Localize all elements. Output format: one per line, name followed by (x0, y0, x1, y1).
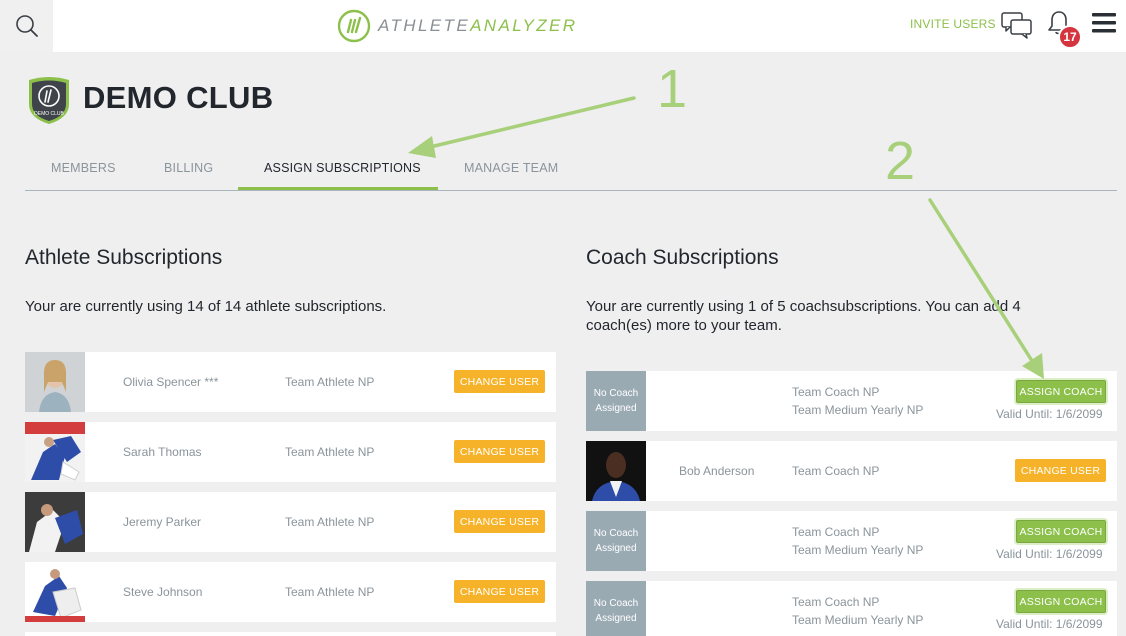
coach-plan-period: Team Medium Yearly NP (792, 543, 924, 557)
change-user-button[interactable]: CHANGE USER (454, 580, 545, 603)
app-logo[interactable]: ATHLETEANALYZER (336, 8, 577, 44)
coach-plan-period: Team Medium Yearly NP (792, 403, 924, 417)
coach-plan-period: Team Medium Yearly NP (792, 613, 924, 627)
notification-count-badge: 17 (1058, 25, 1082, 49)
search-button[interactable] (0, 0, 53, 52)
coach-plan: Team Coach NP (792, 385, 880, 399)
coach-row: Bob Anderson Team Coach NP CHANGE USER (586, 441, 1117, 501)
coach-plan: Team Coach NP (792, 525, 880, 539)
athlete-photo (25, 492, 85, 552)
no-coach-placeholder: No Coach Assigned (586, 371, 646, 431)
club-shield-icon: DEMO CLUB (29, 77, 69, 124)
athlete-row: Sarah Thomas Team Athlete NP CHANGE USER (25, 422, 556, 482)
logo-text-analyzer: ANALYZER (470, 16, 578, 35)
athlete-name: Olivia Spencer *** (123, 375, 219, 389)
hamburger-menu-button[interactable] (1091, 12, 1117, 39)
top-bar: ATHLETEANALYZER INVITE USERS 17 (0, 0, 1126, 52)
chat-icon (1001, 12, 1032, 39)
invite-users-link[interactable]: INVITE USERS (910, 17, 996, 31)
athlete-plan: Team Athlete NP (285, 445, 375, 459)
valid-until-text: Valid Until: 1/6/2099 (996, 617, 1103, 631)
valid-until-text: Valid Until: 1/6/2099 (996, 407, 1103, 421)
menu-icon (1092, 13, 1116, 33)
athlete-name: Jeremy Parker (123, 515, 202, 529)
change-user-button[interactable]: CHANGE USER (454, 440, 545, 463)
logo-text-athlete: ATHLETE (378, 16, 471, 35)
search-icon (15, 15, 38, 37)
change-user-button[interactable]: CHANGE USER (1015, 459, 1106, 482)
assign-coach-button[interactable]: ASSIGN COACH (1016, 380, 1106, 403)
club-name-heading: DEMO CLUB (83, 80, 274, 115)
subscription-tabs: MEMBERS BILLING ASSIGN SUBSCRIPTIONS MAN… (25, 152, 1117, 191)
no-coach-placeholder: No Coach Assigned (586, 511, 646, 571)
annotation-step-2: 2 (885, 131, 916, 191)
coach-plan: Team Coach NP (792, 464, 880, 478)
coach-plan: Team Coach NP (792, 595, 880, 609)
coach-name: Bob Anderson (679, 464, 755, 478)
coach-photo (586, 441, 646, 501)
athlete-row: Olivia Spencer *** Team Athlete NP CHANG… (25, 352, 556, 412)
athlete-usage-text: Your are currently using 14 of 14 athlet… (25, 298, 387, 315)
athlete-subscriptions-heading: Athlete Subscriptions (25, 246, 223, 269)
tab-members[interactable]: MEMBERS (51, 161, 116, 175)
tab-billing[interactable]: BILLING (164, 161, 213, 175)
athlete-row-partial (25, 632, 556, 636)
athlete-row: Jeremy Parker Team Athlete NP CHANGE USE… (25, 492, 556, 552)
athlete-plan: Team Athlete NP (285, 585, 375, 599)
assign-coach-button[interactable]: ASSIGN COACH (1016, 590, 1106, 613)
arrow-2 (928, 198, 1036, 366)
athlete-photo (25, 562, 85, 622)
coach-row: No Coach Assigned Team Coach NP Team Med… (586, 511, 1117, 571)
active-tab-indicator (238, 187, 438, 190)
change-user-button[interactable]: CHANGE USER (454, 510, 545, 533)
athlete-row: Steve Johnson Team Athlete NP CHANGE USE… (25, 562, 556, 622)
coach-usage-text: Your are currently using 1 of 5 coachsub… (586, 298, 1021, 334)
tab-manage-team[interactable]: MANAGE TEAM (464, 161, 558, 175)
tab-assign-subscriptions[interactable]: ASSIGN SUBSCRIPTIONS (264, 161, 421, 175)
club-shield-text: DEMO CLUB (34, 111, 64, 117)
athlete-photo (25, 422, 85, 482)
athlete-plan: Team Athlete NP (285, 515, 375, 529)
athlete-photo (25, 352, 85, 412)
assign-coach-button[interactable]: ASSIGN COACH (1016, 520, 1106, 543)
athlete-name: Sarah Thomas (123, 445, 202, 459)
change-user-button[interactable]: CHANGE USER (454, 370, 545, 393)
coach-row: No Coach Assigned Team Coach NP Team Med… (586, 581, 1117, 636)
annotation-step-1: 1 (657, 59, 688, 119)
athlete-name: Steve Johnson (123, 585, 203, 599)
coach-subscriptions-heading: Coach Subscriptions (586, 246, 779, 269)
logo-icon (337, 9, 371, 43)
arrow-1 (424, 96, 636, 150)
no-coach-placeholder: No Coach Assigned (586, 581, 646, 636)
valid-until-text: Valid Until: 1/6/2099 (996, 547, 1103, 561)
club-logo: DEMO CLUB (25, 76, 73, 131)
messages-button[interactable] (1000, 11, 1034, 44)
coach-row: No Coach Assigned Team Coach NP Team Med… (586, 371, 1117, 431)
athlete-plan: Team Athlete NP (285, 375, 375, 389)
